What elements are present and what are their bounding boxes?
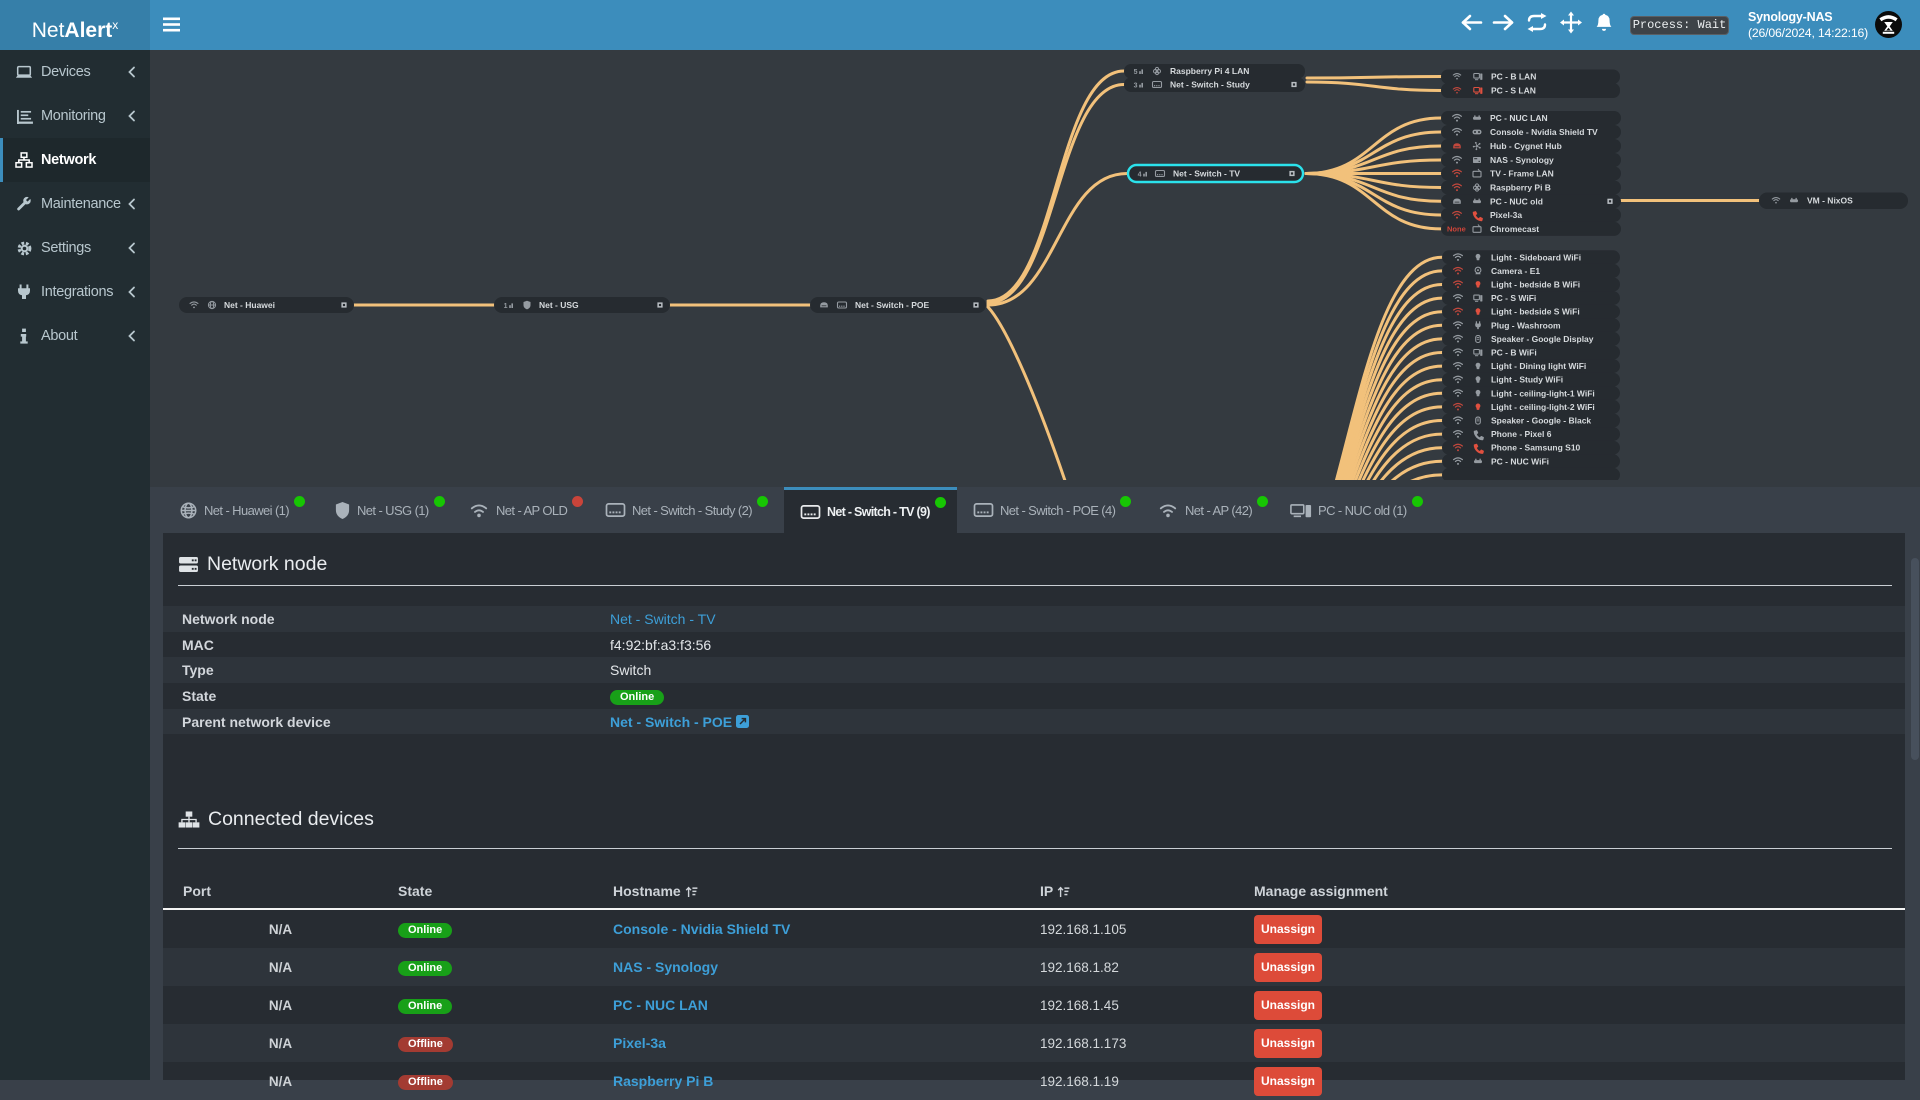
svg-text:Speaker - Google - Black: Speaker - Google - Black <box>1491 416 1591 426</box>
svg-text:Light - bedside B WiFi: Light - bedside B WiFi <box>1491 280 1580 290</box>
svg-text:Light - Study WiFi: Light - Study WiFi <box>1491 375 1563 385</box>
svg-text:Light - Sideboard WiFi: Light - Sideboard WiFi <box>1491 252 1581 262</box>
svg-text:Light - ceiling-light-1 WiFi: Light - ceiling-light-1 WiFi <box>1491 388 1595 398</box>
svg-text:None: None <box>1447 225 1466 234</box>
svg-text:PC - NUC old: PC - NUC old <box>1490 196 1543 206</box>
svg-text:NAS - Synology: NAS - Synology <box>1490 155 1554 165</box>
svg-text:Net - Switch - TV: Net - Switch - TV <box>1173 169 1240 179</box>
svg-text:Net - Switch - POE: Net - Switch - POE <box>855 300 929 310</box>
svg-text:Chromecast: Chromecast <box>1490 224 1539 234</box>
svg-text:Net - Switch - Study: Net - Switch - Study <box>1170 80 1250 90</box>
svg-text:1: 1 <box>504 303 508 310</box>
svg-text:Plug - Washroom: Plug - Washroom <box>1491 320 1561 330</box>
svg-text:Phone - Pixel 6: Phone - Pixel 6 <box>1491 429 1552 439</box>
svg-text:PC - S LAN: PC - S LAN <box>1491 86 1536 96</box>
svg-text:Net - Huawei: Net - Huawei <box>224 300 275 310</box>
svg-text:Net - USG: Net - USG <box>539 300 579 310</box>
svg-text:Camera - E1: Camera - E1 <box>1491 266 1540 276</box>
svg-text:Light - Dining light WiFi: Light - Dining light WiFi <box>1491 361 1586 371</box>
svg-text:Speaker - Google Display: Speaker - Google Display <box>1491 334 1594 344</box>
svg-text:Pixel-3a: Pixel-3a <box>1490 210 1522 220</box>
svg-text:PC - S WiFi: PC - S WiFi <box>1491 293 1536 303</box>
svg-text:Raspberry Pi 4 LAN: Raspberry Pi 4 LAN <box>1170 66 1249 76</box>
svg-text:PC - NUC LAN: PC - NUC LAN <box>1490 113 1548 123</box>
svg-text:PC - B WiFi: PC - B WiFi <box>1491 348 1537 358</box>
svg-text:Light - bedside S WiFi: Light - bedside S WiFi <box>1491 307 1580 317</box>
svg-text:TV - Frame LAN: TV - Frame LAN <box>1490 169 1554 179</box>
svg-text:PC - B LAN: PC - B LAN <box>1491 72 1536 82</box>
svg-text:VM - NixOS: VM - NixOS <box>1807 196 1853 206</box>
svg-text:3: 3 <box>1134 83 1138 90</box>
svg-text:5: 5 <box>1134 69 1138 76</box>
svg-text:Light - ceiling-light-2 WiFi: Light - ceiling-light-2 WiFi <box>1491 402 1595 412</box>
svg-text:Phone - Samsung S10: Phone - Samsung S10 <box>1491 443 1581 453</box>
svg-text:PC - NUC WiFi: PC - NUC WiFi <box>1491 456 1549 466</box>
svg-text:Raspberry Pi B: Raspberry Pi B <box>1490 183 1551 193</box>
svg-text:Console - Nvidia Shield TV: Console - Nvidia Shield TV <box>1490 127 1598 137</box>
svg-text:4: 4 <box>1138 172 1142 179</box>
svg-text:Hub - Cygnet Hub: Hub - Cygnet Hub <box>1490 141 1562 151</box>
